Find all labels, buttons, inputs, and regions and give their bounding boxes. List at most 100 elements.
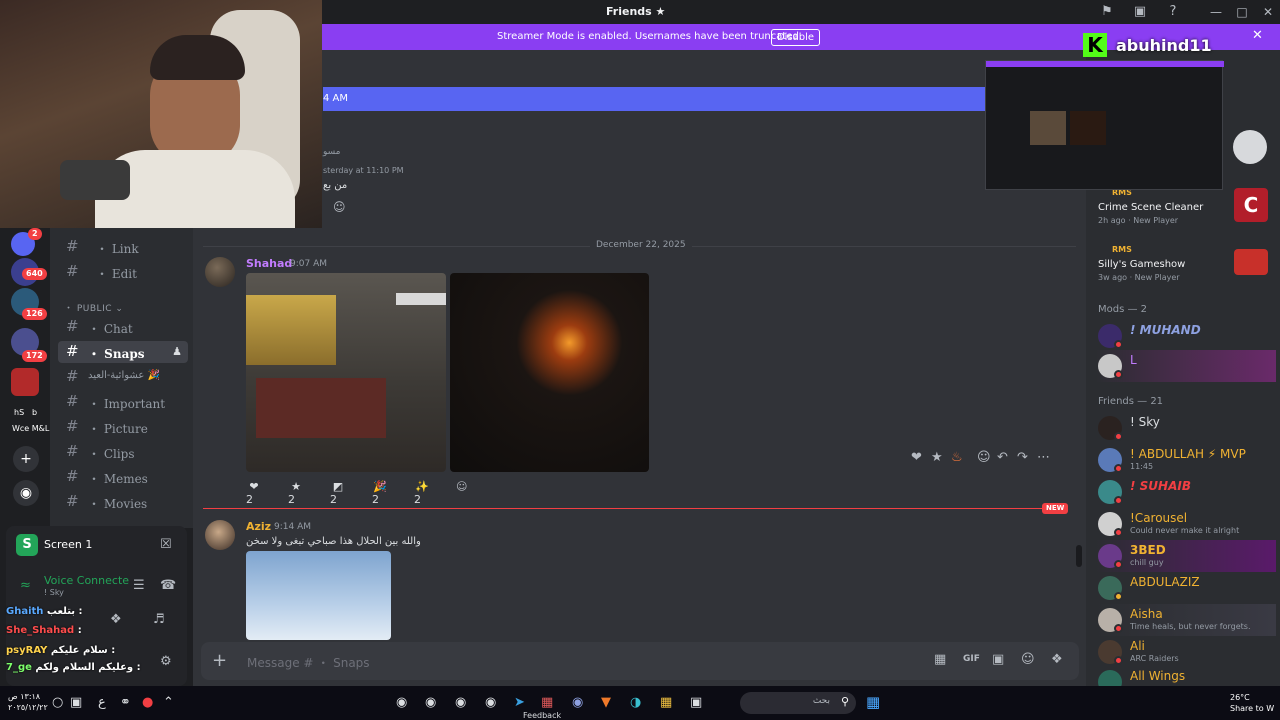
close-window-icon[interactable]: ✕ [1258, 2, 1278, 22]
member-item[interactable]: ! MUHAND [1096, 320, 1276, 352]
reaction-heart[interactable]: ❤ 2 [246, 480, 262, 506]
add-reaction-icon[interactable]: ☺ [977, 450, 991, 465]
gift-icon[interactable]: ▦ [934, 652, 946, 667]
disable-streamer-mode-button[interactable]: Disable [771, 29, 820, 46]
app-icon[interactable]: ◉ [396, 695, 407, 710]
voice-status[interactable]: Voice Connecte [44, 574, 129, 587]
member-item[interactable]: Ali ARC Raiders [1096, 636, 1276, 668]
invite-member-icon[interactable]: ♟ [172, 345, 182, 358]
discover-icon[interactable]: ◉ [13, 480, 39, 506]
member-item[interactable]: !Carousel Could never make it alright [1096, 508, 1276, 540]
message-input[interactable]: Message # ・ Snaps [247, 654, 370, 671]
channel-edit[interactable]: # ・ Edit [58, 261, 188, 283]
chat-scrollbar[interactable] [1076, 545, 1082, 567]
help-icon[interactable]: ? [1165, 4, 1181, 20]
aziz-avatar[interactable] [205, 520, 235, 550]
inbox-flag-icon[interactable]: ⚑ [1099, 4, 1115, 20]
noise-suppression-icon[interactable]: ☰ [133, 578, 145, 593]
channel-chat[interactable]: # ・ Chat [58, 316, 188, 338]
message-author[interactable]: Aziz [246, 520, 271, 533]
star-icon[interactable]: ★ [931, 450, 943, 465]
soundboard-icon[interactable]: ♬ [153, 612, 165, 627]
screen-share-icon[interactable]: ▣ [1132, 4, 1148, 20]
member-item[interactable]: ! Sky [1096, 412, 1276, 444]
channel-movies[interactable]: # ・ Movies [58, 491, 188, 513]
attachment-image-room[interactable] [246, 273, 446, 472]
add-reaction-icon[interactable]: ☺ [333, 200, 346, 214]
user-avatar[interactable] [1233, 130, 1267, 164]
mic-icon[interactable]: ⚭ [120, 695, 131, 710]
gif-icon[interactable]: GIF [963, 654, 980, 664]
brave-icon[interactable]: ▼ [601, 695, 611, 710]
add-reaction-icon[interactable]: ☺ [456, 480, 467, 502]
stop-stream-icon[interactable]: ☒ [160, 537, 172, 552]
activity-card[interactable]: RMS Crime Scene Cleaner 2h ago · New Pla… [1090, 186, 1276, 232]
screen-share-icon[interactable]: S [16, 534, 38, 556]
member-item[interactable]: L [1096, 350, 1276, 382]
user-settings-icon[interactable]: ⚙ [160, 654, 172, 669]
fire-icon[interactable]: ♨ [951, 450, 963, 465]
disconnect-icon[interactable]: ☎ [160, 578, 176, 593]
message-author[interactable]: Shahad [246, 257, 292, 270]
member-item[interactable]: ! ABDULLAH ⚡ MVP 11:45 [1096, 444, 1276, 476]
pinned-bar[interactable]: 4 AM M [323, 87, 1083, 111]
channel-name: ・ Picture [88, 422, 148, 436]
channel-link[interactable]: # ・ Link [58, 236, 188, 258]
close-banner-icon[interactable]: ✕ [1252, 28, 1263, 43]
folder-icon[interactable]: ▦ [660, 695, 672, 710]
taskbar-clock[interactable]: ١٣:١٨ ص ٢٠٢٥/١٢/٢٢ [8, 691, 48, 713]
channel-eid[interactable]: # عشوائية-العيد 🎉 [58, 366, 188, 388]
member-item[interactable]: 3BED chill guy [1096, 540, 1276, 572]
channel-clips[interactable]: # ・ Clips [58, 441, 188, 463]
member-item[interactable]: All Wings [1096, 666, 1276, 695]
server-icon[interactable] [11, 368, 39, 396]
message-time: 9:07 AM [290, 259, 327, 269]
minimize-icon[interactable]: — [1206, 2, 1226, 22]
taskbar-search[interactable]: بحث ⚲ [740, 692, 856, 714]
windows-start-icon[interactable]: ▦ [866, 693, 880, 711]
message-composer[interactable]: + Message # ・ Snaps ▦ GIF ▣ ☺ ❖ [201, 642, 1079, 680]
maximize-icon[interactable]: □ [1232, 2, 1252, 22]
reaction-sparkles[interactable]: ✨ 2 [414, 480, 430, 506]
activity-card[interactable]: RMS Silly's Gameshow 3w ago · New Player [1090, 243, 1276, 289]
hash-icon: # [66, 342, 79, 360]
telegram-icon[interactable]: ➤ [514, 695, 525, 710]
attachment-image-sky[interactable] [246, 551, 391, 640]
category-public[interactable]: ・ PUBLIC ⌄ [64, 301, 123, 314]
activities-icon[interactable]: ❖ [110, 612, 122, 627]
shahad-avatar[interactable] [205, 257, 235, 287]
app-icon[interactable]: ◉ [455, 695, 466, 710]
notification-icon[interactable]: ○ [52, 695, 63, 710]
discord-icon[interactable]: ◉ [572, 695, 583, 710]
apps-icon[interactable]: ❖ [1051, 652, 1063, 667]
discord-mic-icon[interactable]: ● [142, 695, 153, 710]
app-icon[interactable]: ◉ [485, 695, 496, 710]
language-icon[interactable]: ع [98, 695, 106, 710]
reaction-sticker[interactable]: ◩ 2 [330, 480, 346, 506]
emoji-icon[interactable]: ☺ [1021, 652, 1035, 667]
reaction-star[interactable]: ★ 2 [288, 480, 304, 506]
channel-memes[interactable]: # ・ Memes [58, 466, 188, 488]
edge-icon[interactable]: ◑ [630, 695, 641, 710]
more-options-icon[interactable]: ⋯ [1037, 450, 1050, 465]
app-icon[interactable]: ◉ [425, 695, 436, 710]
add-server-icon[interactable]: + [13, 446, 39, 472]
member-item[interactable]: ! SUHAIB [1096, 476, 1276, 508]
weather-widget[interactable]: 26°C Share to W [1230, 692, 1274, 714]
display-icon[interactable]: ▣ [70, 695, 82, 710]
tray-expand-icon[interactable]: ⌃ [163, 695, 174, 710]
attachment-image-fire[interactable] [450, 273, 649, 472]
upload-plus-icon[interactable]: + [212, 650, 227, 671]
member-item[interactable]: ABDULAZIZ [1096, 572, 1276, 604]
channel-important[interactable]: # ・ Important [58, 391, 188, 413]
member-item[interactable]: Aisha Time heals, but never forgets. [1096, 604, 1276, 636]
channel-picture[interactable]: # ・ Picture [58, 416, 188, 438]
channel-snaps[interactable]: # ・ Snaps ♟ [58, 341, 188, 363]
feedback-app-icon[interactable]: ▦ [541, 695, 553, 710]
sticker-icon[interactable]: ▣ [992, 652, 1004, 667]
app-icon[interactable]: ▣ [690, 695, 702, 710]
heart-icon[interactable]: ❤ [911, 450, 922, 465]
reply-icon[interactable]: ↶ [997, 450, 1008, 465]
reaction-party[interactable]: 🎉 2 [372, 480, 388, 506]
forward-icon[interactable]: ↷ [1017, 450, 1028, 465]
